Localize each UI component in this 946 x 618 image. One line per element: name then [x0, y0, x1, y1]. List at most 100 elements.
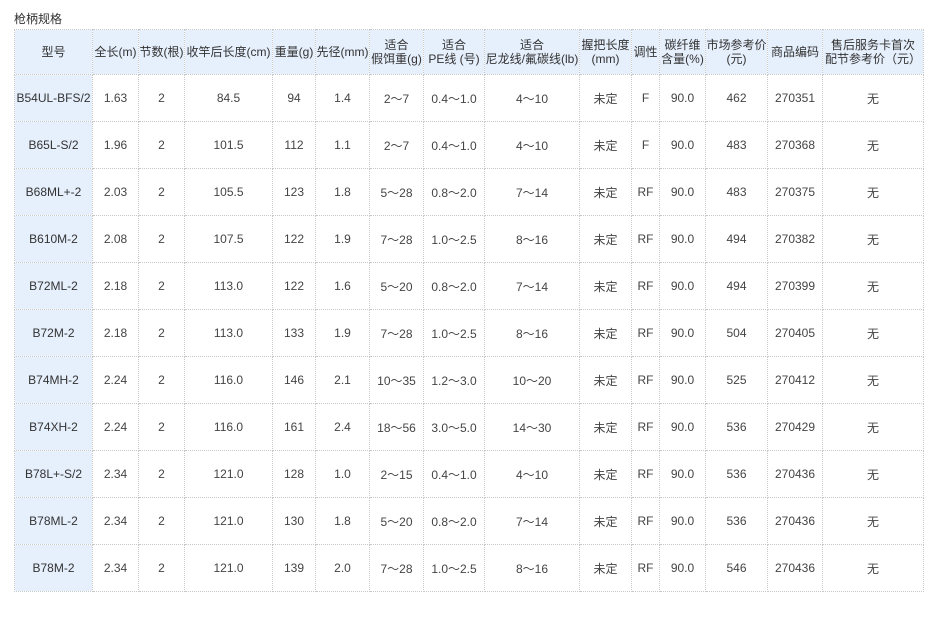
table-cell: 121.0 — [184, 450, 273, 498]
table-cell: 未定 — [579, 262, 632, 310]
column-header: 重量(g) — [272, 29, 316, 75]
table-cell: 14～30 — [484, 403, 580, 451]
table-cell: 无 — [822, 356, 924, 404]
table-cell: 494 — [705, 262, 768, 310]
table-cell: 5～28 — [369, 168, 424, 216]
table-cell: 1.0 — [315, 450, 370, 498]
table-cell: 90.0 — [659, 450, 706, 498]
table-cell: 536 — [705, 403, 768, 451]
table-cell: 无 — [822, 497, 924, 545]
table-cell: 1.2～3.0 — [423, 356, 485, 404]
table-header: 型号 全长(m) 节数(根) 收竿后长度(cm) 重量(g) 先径(mm) 适合 假饵重(g)… — [14, 29, 924, 75]
table-cell: 1.63 — [92, 74, 139, 122]
table-cell: 无 — [822, 309, 924, 357]
table-cell: 270368 — [767, 121, 823, 169]
table-cell: 未定 — [579, 450, 632, 498]
table-cell: 2～15 — [369, 450, 424, 498]
table-cell: 无 — [822, 215, 924, 263]
table-cell: 0.8～2.0 — [423, 262, 485, 310]
table-cell: 7～28 — [369, 544, 424, 592]
table-cell: 121.0 — [184, 497, 273, 545]
table-cell: 122 — [272, 262, 316, 310]
table-cell: RF — [631, 356, 660, 404]
table-cell: 10～20 — [484, 356, 580, 404]
table-cell: 270436 — [767, 450, 823, 498]
column-header: 市场参考价 (元) — [705, 29, 768, 75]
table-cell: 1.6 — [315, 262, 370, 310]
table-cell: 未定 — [579, 309, 632, 357]
table-cell: 2 — [138, 168, 185, 216]
column-header-text: 假饵重(g) — [371, 52, 422, 66]
table-cell: 270429 — [767, 403, 823, 451]
table-cell: 2 — [138, 74, 185, 122]
table-cell: 546 — [705, 544, 768, 592]
model-cell: B65L-S/2 — [14, 121, 93, 169]
table-cell: 2～7 — [369, 74, 424, 122]
column-header-text: 适合 — [441, 38, 466, 52]
table-cell: 113.0 — [184, 262, 273, 310]
table-cell: 7～14 — [484, 168, 580, 216]
table-cell: 90.0 — [659, 544, 706, 592]
table-cell: 7～28 — [369, 309, 424, 357]
table-cell: 270351 — [767, 74, 823, 122]
table-cell: 121.0 — [184, 544, 273, 592]
table-cell: 1.0～2.5 — [423, 215, 485, 263]
table-cell: 2 — [138, 356, 185, 404]
table-cell: 无 — [822, 450, 924, 498]
model-cell: B74MH-2 — [14, 356, 93, 404]
table-cell: 2.4 — [315, 403, 370, 451]
table-cell: 0.4～1.0 — [423, 74, 485, 122]
column-header-text: 型号 — [41, 45, 66, 59]
table-cell: RF — [631, 309, 660, 357]
table-cell: 1.0～2.5 — [423, 544, 485, 592]
header-row: 型号 全长(m) 节数(根) 收竿后长度(cm) 重量(g) 先径(mm) 适合 假饵重(g)… — [14, 29, 924, 75]
table-cell: RF — [631, 544, 660, 592]
model-cell: B78M-2 — [14, 544, 93, 592]
table-cell: 122 — [272, 215, 316, 263]
table-cell: 105.5 — [184, 168, 273, 216]
table-cell: 未定 — [579, 121, 632, 169]
table-cell: 101.5 — [184, 121, 273, 169]
table-cell: 0.4～1.0 — [423, 450, 485, 498]
model-cell: B72ML-2 — [14, 262, 93, 310]
column-header: 先径(mm) — [315, 29, 370, 75]
table-cell: 3.0～5.0 — [423, 403, 485, 451]
column-header-text: 售后服务卡首次 — [830, 38, 915, 52]
table-cell: RF — [631, 450, 660, 498]
table-cell: 483 — [705, 121, 768, 169]
table-cell: 2.18 — [92, 262, 139, 310]
table-cell: 1.1 — [315, 121, 370, 169]
table-cell: 270382 — [767, 215, 823, 263]
table-cell: 146 — [272, 356, 316, 404]
table-cell: 2.34 — [92, 497, 139, 545]
column-header: 适合 尼龙线/氟碳线(lb) — [484, 29, 580, 75]
table-cell: 536 — [705, 497, 768, 545]
table-cell: 483 — [705, 168, 768, 216]
table-cell: F — [631, 121, 660, 169]
table-cell: 90.0 — [659, 497, 706, 545]
table-cell: 未定 — [579, 74, 632, 122]
column-header: 适合 假饵重(g) — [369, 29, 424, 75]
column-header-text: 配节参考价（元） — [824, 52, 921, 66]
table-cell: 107.5 — [184, 215, 273, 263]
table-cell: 5～20 — [369, 497, 424, 545]
table-cell: 116.0 — [184, 356, 273, 404]
column-header: 碳纤维 含量(%) — [659, 29, 706, 75]
table-cell: 90.0 — [659, 215, 706, 263]
table-cell: 无 — [822, 121, 924, 169]
table-cell: 139 — [272, 544, 316, 592]
table-row: B74MH-2 2.24 2 116.0 146 2.1 10～35 1.2～3.0 10～20… — [14, 356, 924, 404]
table-row: B78M-2 2.34 2 121.0 139 2.0 7～28 1.0～2.5 8～16 未定 R… — [14, 544, 924, 592]
table-cell: 未定 — [579, 403, 632, 451]
table-caption: 枪柄规格 — [14, 12, 63, 26]
column-header-text: 节数(根) — [139, 45, 184, 59]
column-header: 适合 PE线 (号) — [423, 29, 485, 75]
table-cell: 161 — [272, 403, 316, 451]
table-row: B610M-2 2.08 2 107.5 122 1.9 7～28 1.0～2.5 8～16 未定… — [14, 215, 924, 263]
table-cell: 90.0 — [659, 121, 706, 169]
column-header-text: 含量(%) — [661, 52, 704, 66]
table-cell: 1.96 — [92, 121, 139, 169]
column-header-text: (元) — [726, 52, 747, 66]
table-cell: 0.4～1.0 — [423, 121, 485, 169]
table-row: B78L+-S/2 2.34 2 121.0 128 1.0 2～15 0.4～1.0 4～10… — [14, 450, 924, 498]
